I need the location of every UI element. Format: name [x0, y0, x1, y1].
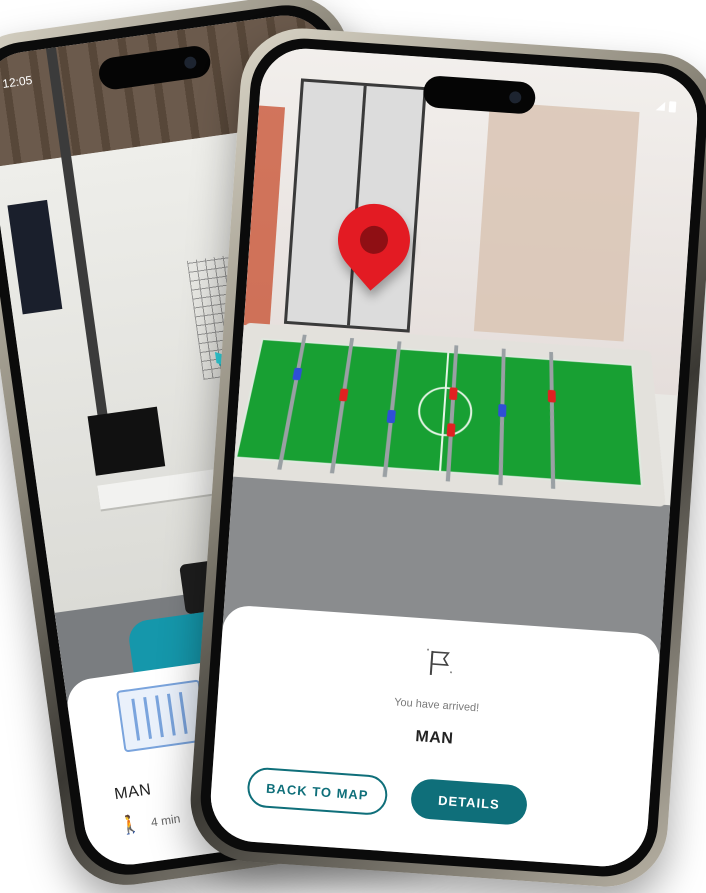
pitch-center-circle: [416, 385, 473, 438]
status-icons: [655, 95, 676, 116]
foosball-rod: [277, 335, 306, 470]
camera-window: [284, 78, 427, 332]
foosball-rod: [549, 352, 555, 489]
foosball-player: [449, 387, 458, 400]
foosball-player: [447, 423, 456, 437]
walk-time: 4 min: [150, 811, 181, 829]
arrival-card: You have arrived! MAN BACK TO MAP DETAIL…: [208, 604, 661, 869]
walk-icon: 🚶: [117, 813, 142, 837]
foosball-table: [209, 322, 665, 506]
camera-paper-roll: [474, 102, 640, 342]
walk-time-row: 🚶 4 min: [117, 808, 181, 837]
foosball-pitch: [235, 338, 643, 487]
foosball-player: [548, 390, 556, 403]
status-spacer: [282, 69, 283, 89]
camera-monitor: [88, 407, 166, 476]
foosball-rod: [330, 338, 354, 474]
signal-icon: [656, 101, 666, 111]
phone-front-screen: You have arrived! MAN BACK TO MAP DETAIL…: [208, 46, 700, 870]
phone-front: You have arrived! MAN BACK TO MAP DETAIL…: [186, 24, 706, 890]
battery-icon: [669, 101, 677, 112]
foosball-player: [387, 410, 396, 423]
details-button[interactable]: DETAILS: [410, 778, 529, 826]
flag-icon: [425, 647, 455, 679]
back-to-map-button[interactable]: BACK TO MAP: [246, 766, 388, 816]
destination-name: MAN: [113, 781, 152, 804]
foosball-player: [498, 404, 506, 417]
foosball-player: [339, 388, 349, 401]
status-time: 12:05: [1, 73, 34, 97]
foosball-player: [292, 368, 302, 381]
